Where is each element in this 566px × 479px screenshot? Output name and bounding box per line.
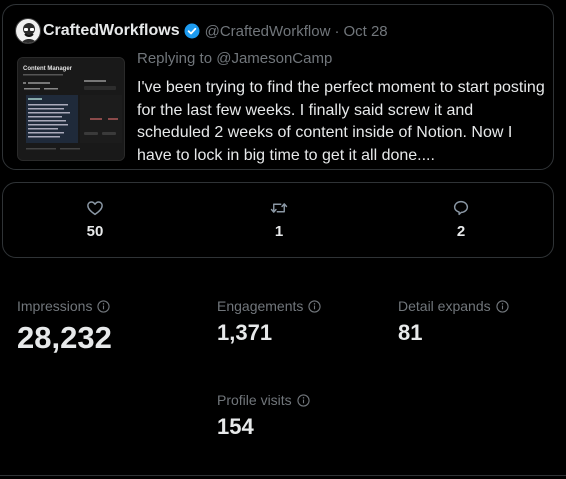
profile-visits-label: Profile visits — [217, 392, 292, 408]
tweet-card[interactable]: CraftedWorkflows @CraftedWorkflow · Oct … — [2, 4, 554, 170]
retweet-icon — [270, 203, 288, 213]
info-icon[interactable] — [97, 299, 111, 313]
engagement-actions-card: 50 1 2 — [2, 182, 554, 258]
display-name[interactable]: CraftedWorkflows — [43, 22, 180, 40]
engagements-label-row: Engagements — [217, 298, 322, 314]
profile-visits-value: 154 — [217, 414, 254, 439]
engagements-label: Engagements — [217, 298, 304, 314]
info-icon[interactable] — [308, 299, 322, 313]
info-icon[interactable] — [297, 393, 310, 407]
profile-visits-label-row: Profile visits — [217, 392, 310, 408]
avatar[interactable] — [15, 18, 41, 44]
retweet-count: 1 — [274, 223, 284, 240]
detail-expands-label: Detail expands — [398, 298, 491, 314]
engagements-value: 1,371 — [217, 320, 273, 345]
separator-dot: · — [334, 22, 340, 40]
like-button[interactable]: 50 — [65, 199, 125, 240]
profile-visits-metric: Profile visits 154 — [217, 392, 310, 440]
detail-expands-label-row: Detail expands — [398, 298, 509, 314]
notion-screenshot-image: Content Manager — [18, 58, 124, 160]
reply-count: 2 — [456, 223, 466, 240]
impressions-label-row: Impressions — [17, 298, 112, 314]
reply-button[interactable]: 2 — [431, 199, 491, 240]
media-thumbnail[interactable]: Content Manager — [17, 57, 125, 161]
retweet-button[interactable]: 1 — [249, 199, 309, 240]
engagements-metric: Engagements 1,371 — [217, 298, 322, 346]
impressions-metric: Impressions 28,232 — [17, 298, 112, 356]
tweet-date[interactable]: Oct 28 — [343, 23, 387, 40]
avatar-image — [16, 19, 40, 43]
detail-expands-value: 81 — [398, 320, 423, 345]
detail-expands-metric: Detail expands 81 — [398, 298, 509, 346]
reply-bubble-icon — [453, 200, 469, 216]
impressions-label: Impressions — [17, 298, 93, 314]
like-count: 50 — [86, 223, 104, 240]
tweet-text: I've been trying to find the perfect mom… — [137, 79, 545, 164]
thumbnail-title: Content Manager — [23, 66, 73, 72]
info-icon[interactable] — [495, 299, 509, 313]
verified-badge-icon — [184, 23, 200, 39]
replying-handle-link[interactable]: @JamesonCamp — [216, 50, 332, 67]
impressions-value: 28,232 — [17, 320, 112, 355]
tweet-header: CraftedWorkflows @CraftedWorkflow · Oct … — [43, 22, 388, 40]
divider — [0, 475, 566, 476]
replying-to: Replying to @JamesonCamp — [137, 50, 332, 67]
heart-icon — [87, 201, 103, 216]
user-handle[interactable]: @CraftedWorkflow — [205, 23, 331, 40]
replying-prefix: Replying to — [137, 50, 217, 67]
